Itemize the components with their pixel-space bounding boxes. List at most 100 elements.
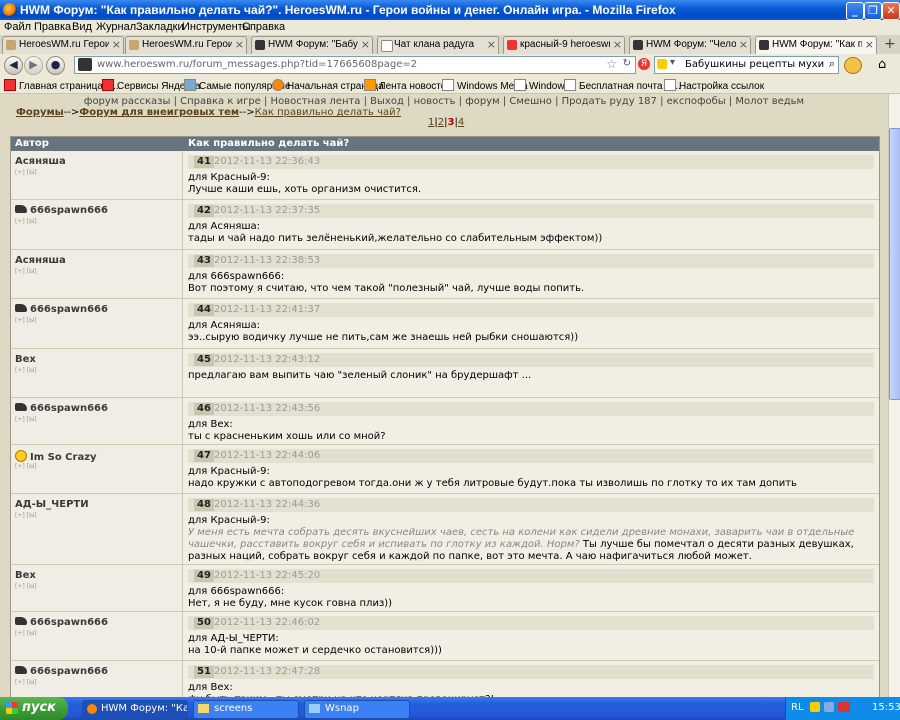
taskbar-item-wsnap[interactable]: Wsnap bbox=[304, 700, 410, 719]
minimize-button[interactable]: _ bbox=[846, 2, 864, 20]
tab-5[interactable]: красный-9 heroeswm.ru-...× bbox=[503, 36, 625, 54]
author-name-link[interactable]: АД-Ы_ЧЕРТИ bbox=[15, 499, 89, 510]
page-link-2[interactable]: 2 bbox=[438, 117, 444, 128]
tab-close-icon[interactable]: × bbox=[112, 38, 121, 51]
post-number[interactable]: 50 bbox=[194, 617, 214, 629]
author-name-link[interactable]: 666spawn666 bbox=[15, 666, 108, 677]
yandex-search-icon[interactable]: Я bbox=[638, 58, 650, 70]
menu-tools[interactable]: Инструменты bbox=[182, 21, 251, 33]
author-name-link[interactable]: Вех bbox=[15, 570, 36, 581]
tray-icon[interactable] bbox=[810, 702, 820, 712]
reload-icon[interactable]: ↻ bbox=[623, 58, 631, 69]
author-name[interactable]: 666spawn666 bbox=[30, 304, 108, 315]
menu-help[interactable]: Справка bbox=[242, 21, 285, 33]
author-name-link[interactable]: Асяняша bbox=[15, 156, 66, 167]
tab-close-icon[interactable]: × bbox=[865, 38, 874, 51]
author-name-link[interactable]: 666spawn666 bbox=[15, 205, 108, 216]
author-name[interactable]: 666spawn666 bbox=[30, 403, 108, 414]
author-name-link[interactable]: 666spawn666 bbox=[15, 304, 108, 315]
post-number[interactable]: 43 bbox=[194, 255, 214, 267]
author-name[interactable]: Асяняша bbox=[15, 255, 66, 266]
start-button[interactable]: пуск bbox=[0, 697, 68, 720]
new-tab-button[interactable]: + bbox=[884, 36, 896, 52]
menu-edit[interactable]: Правка bbox=[34, 21, 71, 33]
post-number[interactable]: 48 bbox=[194, 499, 214, 511]
forum-post: Im So Crazy [+] [Ы] 47 2012-11-13 22:44:06 д… bbox=[11, 445, 879, 494]
globe-icon bbox=[184, 79, 196, 91]
tab-4[interactable]: Чат клана радуга × bbox=[377, 36, 499, 54]
author-name[interactable]: Вех bbox=[15, 570, 36, 581]
addon-icon[interactable] bbox=[844, 57, 862, 74]
breadcrumb-topic-link[interactable]: Как правильно делать чай? bbox=[255, 107, 401, 118]
maximize-button[interactable]: ❐ bbox=[864, 2, 882, 20]
back-button[interactable]: ◀ bbox=[4, 56, 23, 75]
bookmark-link-settings[interactable]: Настройка ссылок bbox=[664, 79, 764, 92]
post-header: 43 2012-11-13 22:38:53 bbox=[188, 254, 874, 268]
author-name[interactable]: 666spawn666 bbox=[30, 617, 108, 628]
close-button[interactable]: ✕ bbox=[882, 2, 900, 20]
tab-close-icon[interactable]: × bbox=[487, 38, 496, 51]
network-icon[interactable] bbox=[824, 702, 834, 712]
post-number[interactable]: 44 bbox=[194, 304, 214, 316]
taskbar-item-firefox[interactable]: HWM Форум: "Как п... bbox=[82, 700, 188, 719]
post-number[interactable]: 42 bbox=[194, 205, 214, 217]
post-body: для Красный-9: надо кружки с автоподогрев… bbox=[188, 466, 868, 490]
table-header: Автор Как правильно делать чай? bbox=[11, 137, 879, 151]
tab-3[interactable]: HWM Форум: "Бабушкин...× bbox=[251, 36, 373, 54]
search-icon[interactable]: ⌕ bbox=[829, 57, 835, 71]
page-link-1[interactable]: 1 bbox=[428, 117, 434, 128]
author-name[interactable]: 666spawn666 bbox=[30, 666, 108, 677]
post-number[interactable]: 46 bbox=[194, 403, 214, 415]
author-name-link[interactable]: Im So Crazy bbox=[15, 450, 97, 463]
language-indicator[interactable]: RL bbox=[791, 702, 804, 713]
post-number[interactable]: 49 bbox=[194, 570, 214, 582]
post-text: ээ..сырую водичку лучше не пить,сам же з… bbox=[188, 332, 579, 343]
scrollbar-thumb[interactable] bbox=[889, 128, 900, 400]
author-name[interactable]: АД-Ы_ЧЕРТИ bbox=[15, 499, 89, 510]
tab-close-icon[interactable]: × bbox=[613, 38, 622, 51]
pagination: 1|2|3|4 bbox=[428, 117, 465, 128]
page-current-3: 3 bbox=[447, 117, 455, 128]
search-input[interactable]: ▾ Бабушкины рецепты мухи ⌕ bbox=[654, 56, 839, 74]
post-number[interactable]: 47 bbox=[194, 450, 214, 462]
tab-close-icon[interactable]: × bbox=[235, 38, 244, 51]
forward-button[interactable]: ▶ bbox=[24, 56, 43, 75]
author-name-link[interactable]: 666spawn666 bbox=[15, 403, 108, 414]
home-site-icon[interactable]: ● bbox=[46, 56, 65, 75]
menu-bookmarks[interactable]: Закладки bbox=[136, 21, 184, 33]
menu-view[interactable]: Вид bbox=[72, 21, 92, 33]
author-name[interactable]: 666spawn666 bbox=[30, 205, 108, 216]
author-name-link[interactable]: Асяняша bbox=[15, 255, 66, 266]
tab-2[interactable]: HeroesWM.ru Герои войн...× bbox=[125, 36, 247, 54]
tab-7-active[interactable]: HWM Форум: "Как прави...× bbox=[755, 36, 877, 54]
author-name-link[interactable]: 666spawn666 bbox=[15, 617, 108, 628]
breadcrumb-offgame-link[interactable]: Форум для внеигровых тем bbox=[79, 107, 239, 118]
tab-close-icon[interactable]: × bbox=[739, 38, 748, 51]
author-name[interactable]: Вех bbox=[15, 354, 36, 365]
author-name-link[interactable]: Вех bbox=[15, 354, 36, 365]
author-name[interactable]: Im So Crazy bbox=[30, 452, 97, 463]
tab-close-icon[interactable]: × bbox=[361, 38, 370, 51]
tab-1[interactable]: HeroesWM.ru Герои войн...× bbox=[2, 36, 124, 54]
taskbar-item-screens[interactable]: screens bbox=[193, 700, 299, 719]
breadcrumb-forums-link[interactable]: Форумы bbox=[16, 107, 64, 118]
menu-history[interactable]: Журнал bbox=[96, 21, 136, 33]
post-header: 50 2012-11-13 22:46:02 bbox=[188, 616, 874, 630]
author-name[interactable]: Асяняша bbox=[15, 156, 66, 167]
tab-6[interactable]: HWM Форум: "Человек и...× bbox=[629, 36, 751, 54]
url-bar[interactable]: www.heroeswm.ru/forum_messages.php?tid=1… bbox=[74, 56, 636, 74]
yandex-icon bbox=[507, 40, 517, 50]
post-recipient: для Красный-9: bbox=[188, 515, 270, 526]
antivirus-icon[interactable] bbox=[838, 702, 850, 712]
star-icon[interactable]: ☆ bbox=[606, 57, 617, 71]
post-date: 2012-11-13 22:43:56 bbox=[214, 403, 321, 414]
post-number[interactable]: 41 bbox=[194, 156, 214, 168]
page-link-4[interactable]: 4 bbox=[458, 117, 464, 128]
post-number[interactable]: 45 bbox=[194, 354, 214, 366]
post-number[interactable]: 51 bbox=[194, 666, 214, 678]
site-top-nav[interactable]: форум рассказы | Справка к игре | Новост… bbox=[0, 96, 888, 107]
home-icon[interactable]: ⌂ bbox=[878, 57, 886, 72]
bookmark-news-feed[interactable]: Лента новостей bbox=[364, 79, 452, 92]
menu-file[interactable]: Файл bbox=[4, 21, 31, 33]
bookmark-windows[interactable]: Windows bbox=[514, 79, 570, 92]
